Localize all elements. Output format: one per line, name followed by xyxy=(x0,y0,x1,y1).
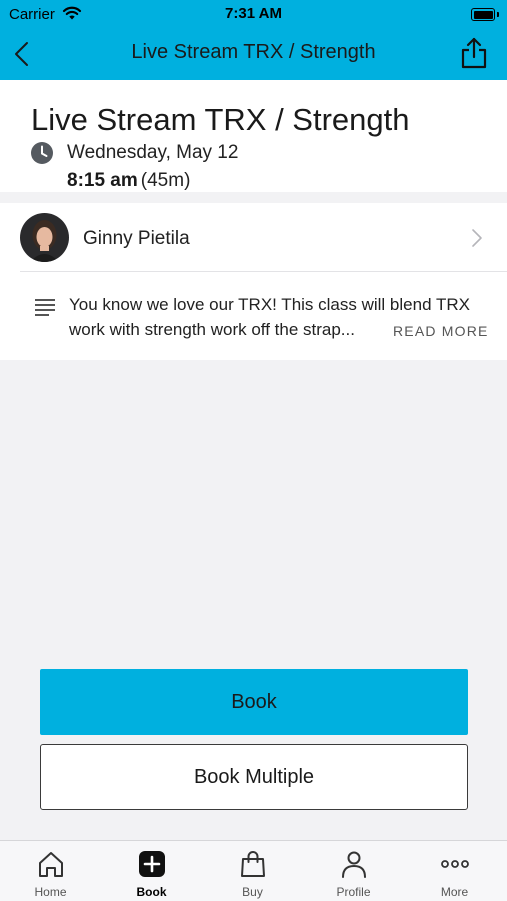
description-text-line-2: work with strength work off the strap... xyxy=(69,320,355,339)
instructor-row[interactable]: Ginny Pietila xyxy=(0,203,507,271)
tab-more[interactable]: More xyxy=(404,841,505,901)
description-text-line-1: You know we love our TRX! This class wil… xyxy=(69,295,470,314)
clock-icon xyxy=(31,142,53,164)
battery-icon xyxy=(471,8,495,21)
more-dots-icon xyxy=(441,860,469,868)
tab-home[interactable]: Home xyxy=(0,841,101,901)
class-duration: (45m) xyxy=(140,170,191,191)
share-icon[interactable] xyxy=(459,36,489,70)
shopping-bag-icon xyxy=(241,851,265,877)
plus-square-icon xyxy=(139,851,165,877)
tab-label: Buy xyxy=(242,885,263,899)
description-lines-icon xyxy=(35,299,55,316)
class-title: Live Stream TRX / Strength xyxy=(31,102,410,137)
tab-label: Book xyxy=(136,885,167,899)
details-card: Ginny Pietila You know we love our TRX! … xyxy=(0,203,507,360)
status-bar: Carrier 7:31 AM xyxy=(0,0,507,28)
tab-label: Profile xyxy=(336,885,371,899)
read-more-link[interactable]: READ MORE xyxy=(393,323,489,339)
home-icon xyxy=(39,852,63,877)
tab-bar: Home Book Buy Profile More xyxy=(0,840,507,901)
book-multiple-button[interactable]: Book Multiple xyxy=(40,744,468,810)
tab-label: More xyxy=(440,885,469,899)
nav-bar: Live Stream TRX / Strength xyxy=(0,28,507,80)
chevron-left-icon[interactable] xyxy=(10,40,36,68)
tab-buy[interactable]: Buy xyxy=(202,841,303,901)
tab-label: Home xyxy=(34,885,67,899)
instructor-name: Ginny Pietila xyxy=(83,228,190,249)
status-time: 7:31 AM xyxy=(225,5,282,22)
battery-tip xyxy=(497,12,499,17)
divider xyxy=(20,271,507,272)
tab-book[interactable]: Book xyxy=(101,841,202,901)
book-button[interactable]: Book xyxy=(40,669,468,735)
tab-profile[interactable]: Profile xyxy=(303,841,404,901)
avatar xyxy=(20,213,69,262)
nav-title: Live Stream TRX / Strength xyxy=(131,41,376,63)
class-header-card: Live Stream TRX / Strength Wednesday, Ma… xyxy=(0,80,507,192)
class-time-row: 8:15 am (45m) xyxy=(67,170,190,192)
chevron-right-icon xyxy=(472,229,482,247)
class-start-time: 8:15 am xyxy=(67,170,138,191)
class-date: Wednesday, May 12 xyxy=(67,142,239,163)
person-icon xyxy=(342,851,366,878)
